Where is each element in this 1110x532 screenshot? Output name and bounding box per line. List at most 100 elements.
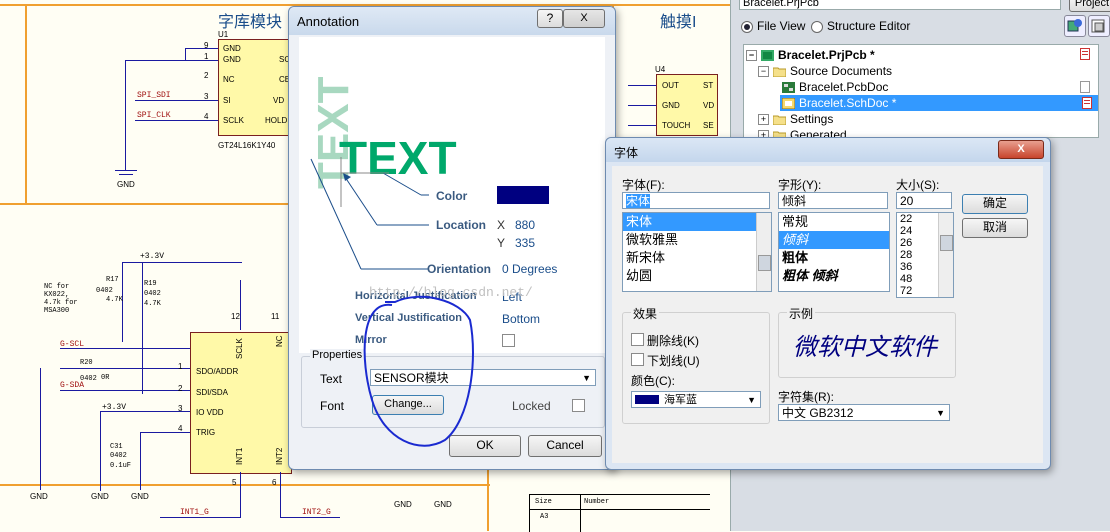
- style-option[interactable]: 常规: [779, 213, 889, 231]
- font-size-list[interactable]: 22 24 26 28 36 48 72: [896, 212, 954, 298]
- mirror-checkbox[interactable]: [502, 334, 515, 347]
- color-select[interactable]: 海军蓝 ▼: [631, 391, 761, 408]
- font-titlebar[interactable]: 字体 X: [606, 138, 1050, 162]
- net-label-int2[interactable]: INT2_G: [302, 508, 331, 517]
- annotation-dialog: Annotation ? X TEXT TEXT Color Location …: [288, 6, 616, 470]
- wire: [280, 472, 281, 517]
- chevron-down-icon[interactable]: ▼: [747, 392, 756, 409]
- font-option[interactable]: 宋体: [623, 213, 771, 231]
- close-button[interactable]: X: [563, 9, 605, 28]
- text-combobox[interactable]: SENSOR模块 ▼: [370, 369, 596, 386]
- u1-pin-gnd1: GND: [223, 44, 241, 53]
- wire: [160, 517, 241, 518]
- scrollbar-thumb[interactable]: [940, 235, 953, 251]
- annotation-titlebar[interactable]: Annotation ? X: [289, 7, 615, 35]
- style-option[interactable]: 粗体 倾斜: [779, 267, 889, 285]
- underline-checkbox[interactable]: [631, 353, 644, 366]
- file-view-radio[interactable]: File View: [741, 19, 805, 33]
- wire: [628, 85, 656, 86]
- charset-select[interactable]: 中文 GB2312 ▼: [778, 404, 950, 421]
- wire: [40, 368, 41, 490]
- scrollbar-thumb[interactable]: [758, 255, 771, 271]
- folder-icon: [773, 115, 786, 126]
- font-size-input[interactable]: 20: [896, 192, 952, 209]
- sensor-chip[interactable]: SDO/ADDR SDI/SDA IO VDD TRIG SCLK NC INT…: [190, 332, 292, 474]
- sensor-pin-num: 2: [178, 384, 183, 393]
- sample-group: 示例 微软中文软件: [778, 305, 956, 378]
- sensor-pin-num: 12: [231, 312, 240, 321]
- font-family-list[interactable]: 宋体 微软雅黑 新宋体 幼圆: [622, 212, 772, 292]
- close-button[interactable]: X: [998, 140, 1044, 159]
- chevron-down-icon[interactable]: ▼: [582, 370, 591, 387]
- collapse-icon[interactable]: −: [758, 66, 769, 78]
- r19-ref: R19: [144, 280, 157, 288]
- font-style-list[interactable]: 常规 倾斜 粗体 粗体 倾斜: [778, 212, 890, 292]
- strikeout-checkbox[interactable]: [631, 333, 644, 346]
- font-option[interactable]: 新宋体: [623, 249, 771, 267]
- sample-label: 示例: [787, 305, 816, 322]
- project-button[interactable]: Project: [1069, 0, 1110, 12]
- font-style-input[interactable]: 倾斜: [778, 192, 888, 209]
- tree-item-settings[interactable]: + Settings: [758, 111, 833, 127]
- collapse-icon[interactable]: −: [746, 50, 757, 62]
- u4-ref: U4: [655, 65, 666, 74]
- expand-icon[interactable]: +: [758, 114, 769, 126]
- x-value[interactable]: 880: [515, 218, 535, 232]
- wire: [60, 390, 190, 391]
- net-label-spi-sdi[interactable]: SPI_SDI: [137, 91, 171, 100]
- compile-icon[interactable]: [1064, 15, 1086, 37]
- tree-item-project[interactable]: − Bracelet.PrjPcb *: [746, 47, 875, 63]
- workspace-field[interactable]: Bracelet.PrjPcb: [739, 0, 1061, 10]
- font-dialog-body: 字体(F): 宋体 宋体 微软雅黑 新宋体 幼圆 字形(Y): 倾斜 常规 倾斜…: [612, 166, 1043, 463]
- r20-value: 0R: [101, 374, 110, 382]
- x-label: X: [497, 218, 506, 232]
- u1-chip[interactable]: GND GND NC SI SCLK SC CE VD HOLD: [218, 39, 292, 136]
- help-button[interactable]: ?: [537, 9, 563, 28]
- gnd-label: GND: [91, 492, 109, 501]
- structure-editor-radio[interactable]: Structure Editor: [811, 19, 910, 33]
- size-list-scrollbar[interactable]: [938, 213, 953, 297]
- y-value[interactable]: 335: [515, 236, 535, 250]
- style-option[interactable]: 粗体: [779, 249, 889, 267]
- title-block-size-value: A3: [540, 513, 549, 521]
- font-size-label: 大小(S):: [896, 178, 940, 192]
- color-label: Color: [436, 189, 468, 203]
- ok-button[interactable]: OK: [449, 435, 521, 457]
- font-option[interactable]: 微软雅黑: [623, 231, 771, 249]
- font-family-input[interactable]: 宋体: [622, 192, 770, 209]
- wire: [140, 432, 141, 490]
- style-option[interactable]: 倾斜: [779, 231, 889, 249]
- font-list-scrollbar[interactable]: [756, 213, 771, 291]
- divider: [530, 509, 710, 510]
- wire: [240, 280, 241, 330]
- tree-item-source-documents[interactable]: − Source Documents: [758, 63, 892, 79]
- wire: [240, 472, 241, 517]
- locked-checkbox[interactable]: [572, 399, 585, 412]
- u4-chip[interactable]: OUT GND TOUCH ST VD SE: [656, 74, 718, 136]
- change-font-button[interactable]: Change...: [372, 395, 444, 415]
- sensor-pin-num: 11: [271, 312, 280, 321]
- vjust-value[interactable]: Bottom: [502, 312, 540, 326]
- tree-item-label: Bracelet.SchDoc *: [799, 96, 897, 110]
- project-options-icon[interactable]: [1088, 15, 1110, 37]
- location-label: Location: [436, 218, 486, 232]
- color-swatch[interactable]: [497, 186, 549, 204]
- cancel-button[interactable]: 取消: [962, 218, 1028, 238]
- u4-pin-st: ST: [703, 81, 714, 90]
- font-option[interactable]: 幼圆: [623, 267, 771, 285]
- tree-item-schdoc[interactable]: Bracelet.SchDoc *: [780, 95, 1098, 111]
- cancel-button[interactable]: Cancel: [528, 435, 602, 457]
- title-block-number-label: Number: [584, 498, 610, 506]
- divider: [580, 495, 581, 532]
- net-label-int1[interactable]: INT1_G: [180, 508, 209, 517]
- u1-pin-gnd2: GND: [223, 55, 241, 64]
- net-label-spi-clk[interactable]: SPI_CLK: [137, 111, 171, 120]
- wire: [280, 517, 340, 518]
- chevron-down-icon[interactable]: ▼: [936, 405, 945, 422]
- section-title-touch: 触摸I: [660, 14, 697, 31]
- u4-pin-vd: VD: [703, 101, 715, 110]
- ok-button[interactable]: 确定: [962, 194, 1028, 214]
- orientation-value[interactable]: 0 Degrees: [502, 262, 557, 276]
- gnd-symbol: [119, 174, 133, 175]
- tree-item-pcbdoc[interactable]: Bracelet.PcbDoc: [782, 79, 888, 95]
